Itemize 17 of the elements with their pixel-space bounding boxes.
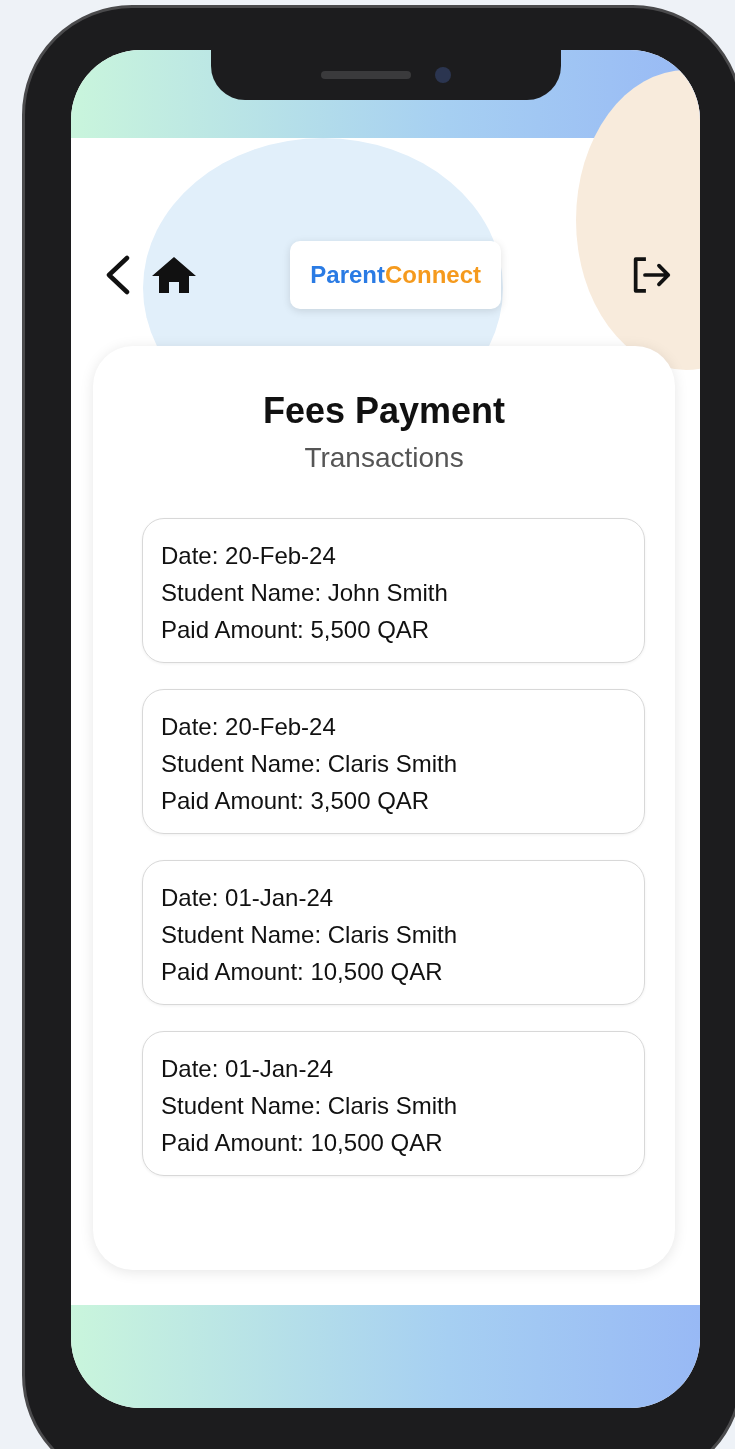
logout-icon[interactable] (631, 255, 672, 295)
page-title: Fees Payment (261, 390, 507, 432)
app-logo: ParentConnect (290, 241, 501, 309)
transaction-detail: Date: 01-Jan-24 (161, 883, 335, 913)
transaction-detail: Student Name: Claris Smith (161, 749, 459, 779)
transaction-detail: Student Name: Claris Smith (161, 1091, 459, 1121)
transaction-detail: Date: 20-Feb-24 (161, 712, 337, 742)
transaction-detail: Paid Amount: 5,500 QAR (161, 615, 431, 645)
transaction-detail: Paid Amount: 10,500 QAR (161, 957, 444, 987)
transaction-detail: Student Name: Claris Smith (161, 920, 459, 950)
home-icon[interactable] (151, 256, 197, 294)
page-subtitle: Transactions (303, 442, 465, 474)
transaction-detail: Date: 01-Jan-24 (161, 1054, 335, 1084)
transaction-detail: Date: 20-Feb-24 (161, 541, 337, 571)
transaction-detail: Student Name: John Smith (161, 578, 449, 608)
transaction-detail: Paid Amount: 10,500 QAR (161, 1128, 444, 1158)
transaction-detail: Paid Amount: 3,500 QAR (161, 786, 431, 816)
